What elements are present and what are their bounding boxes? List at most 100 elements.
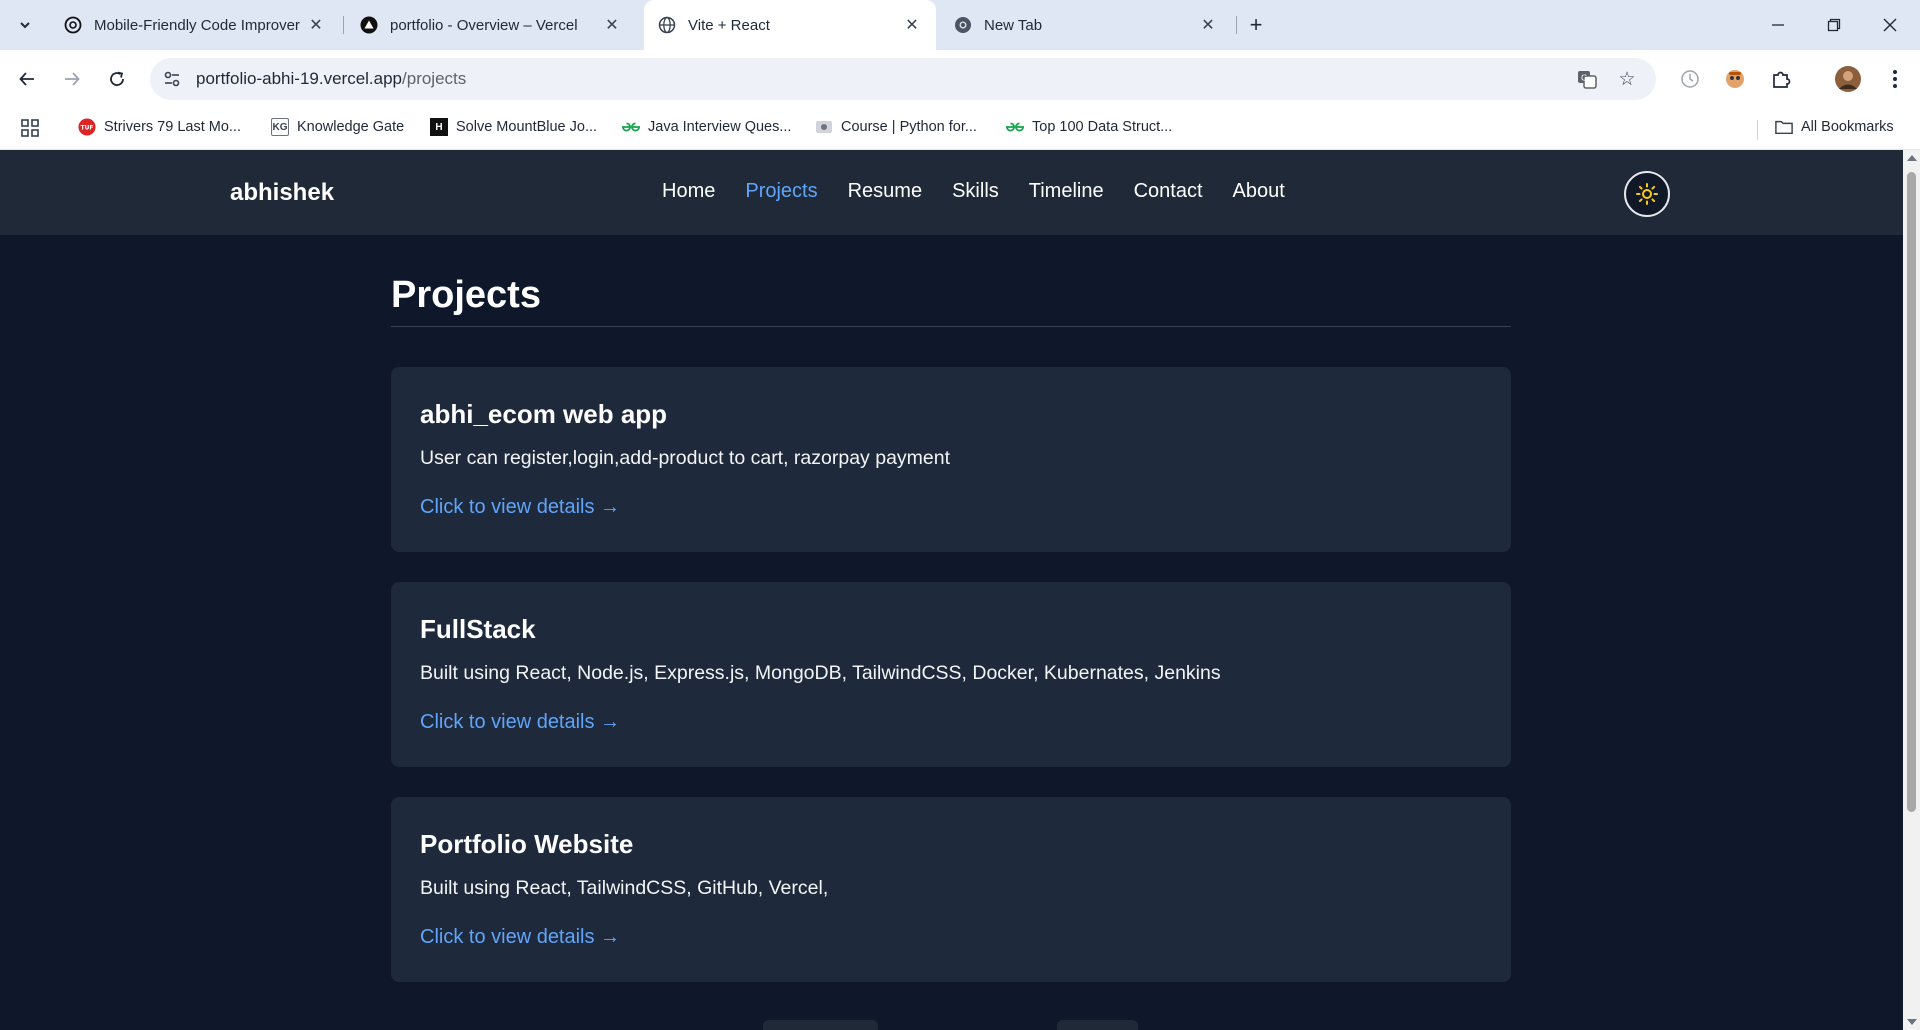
url-path: /projects [402, 69, 467, 88]
openai-icon [64, 16, 82, 34]
plus-icon: + [1249, 12, 1263, 37]
project-title: Portfolio Website [420, 829, 634, 859]
extension-avatar-icon[interactable] [1720, 64, 1750, 94]
nav-link-projects[interactable]: Projects [745, 180, 817, 203]
extensions-puzzle-icon[interactable] [1766, 64, 1796, 94]
page-viewport: abhishek Home Projects Resume Skills Tim… [0, 150, 1903, 1030]
back-button[interactable] [12, 64, 42, 94]
minimize-button[interactable] [1750, 0, 1806, 50]
nav-link-timeline[interactable]: Timeline [1029, 180, 1104, 203]
close-window-button[interactable] [1862, 0, 1918, 50]
nav-link-about[interactable]: About [1233, 180, 1285, 203]
scroll-down-arrow[interactable] [1907, 1019, 1917, 1025]
browser-toolbar: portfolio-abhi-19.vercel.app/projects G … [0, 50, 1920, 108]
arrow-left-icon [19, 72, 34, 86]
new-tab-button[interactable]: + [1242, 12, 1270, 38]
site-info-icon[interactable] [162, 69, 182, 89]
browser-tab[interactable]: portfolio - Overview – Vercel ✕ [346, 0, 636, 50]
project-description: Built using React, Node.js, Express.js, … [420, 662, 1221, 684]
url-text[interactable]: portfolio-abhi-19.vercel.app/projects [196, 69, 466, 89]
close-tab-icon[interactable]: ✕ [602, 15, 622, 35]
bookmarks-bar: TUF Strivers 79 Last Mo... KG Knowledge … [0, 108, 1920, 150]
bookmark-label: Top 100 Data Struct... [1032, 119, 1173, 135]
forward-button[interactable] [57, 64, 87, 94]
tab-divider [1236, 16, 1237, 34]
tab-title: New Tab [984, 16, 1043, 34]
tab-divider [343, 16, 344, 34]
project-description: Built using React, TailwindCSS, GitHub, … [420, 877, 829, 899]
course-icon [815, 118, 833, 136]
browser-tab[interactable]: Mobile-Friendly Code Improver ✕ [50, 0, 340, 50]
all-bookmarks-button[interactable]: All Bookmarks [1775, 118, 1894, 136]
project-card[interactable]: Portfolio Website Built using React, Tai… [391, 797, 1511, 982]
bookmark-label: Solve MountBlue Jo... [456, 119, 598, 135]
bookmarks-divider [1757, 120, 1758, 140]
restore-button[interactable] [1806, 0, 1862, 50]
tab-title: Vite + React [688, 16, 770, 34]
bookmark-label: Java Interview Ques... [648, 119, 792, 135]
tab-title: Mobile-Friendly Code Improver [94, 16, 300, 34]
browser-tab[interactable]: New Tab ✕ [940, 0, 1232, 50]
close-tab-icon[interactable]: ✕ [902, 15, 922, 35]
arrow-right-icon [65, 72, 80, 86]
pagination-button[interactable] [1057, 1020, 1138, 1030]
bookmark-item[interactable]: H Solve MountBlue Jo... [430, 118, 597, 136]
pagination-button[interactable] [763, 1020, 878, 1030]
reload-icon [110, 71, 124, 86]
url-host: portfolio-abhi-19.vercel.app [196, 69, 403, 88]
chevron-down-icon [20, 22, 30, 29]
project-card[interactable]: abhi_ecom web app User can register,logi… [391, 367, 1511, 552]
bookmark-star-icon[interactable]: ☆ [1614, 67, 1640, 91]
browser-tab-strip: Mobile-Friendly Code Improver ✕ portfoli… [0, 0, 1920, 50]
apps-button[interactable] [20, 118, 40, 138]
bookmark-item[interactable]: KG Knowledge Gate [271, 118, 404, 136]
close-icon [1883, 18, 1897, 32]
reload-button[interactable] [102, 64, 132, 94]
site-brand[interactable]: abhishek [230, 179, 334, 207]
bookmark-label: Course | Python for... [841, 119, 977, 135]
extension-timer-icon[interactable] [1675, 64, 1705, 94]
nav-link-contact[interactable]: Contact [1134, 180, 1203, 203]
theme-toggle-button[interactable] [1624, 171, 1670, 217]
gfg-icon [622, 118, 640, 136]
bookmark-label: Knowledge Gate [297, 119, 405, 135]
close-tab-icon[interactable]: ✕ [306, 15, 326, 35]
view-details-link[interactable]: Click to view details → [420, 926, 620, 949]
view-details-link[interactable]: Click to view details → [420, 711, 620, 734]
bookmark-item[interactable]: TUF Strivers 79 Last Mo... [78, 118, 241, 136]
minimize-icon [1772, 24, 1784, 26]
scroll-up-arrow[interactable] [1907, 155, 1917, 161]
bookmark-item[interactable]: Java Interview Ques... [622, 118, 791, 136]
restore-icon [1827, 18, 1841, 32]
project-description: User can register,login,add-product to c… [420, 447, 951, 469]
nav-links: Home Projects Resume Skills Timeline Con… [662, 180, 1285, 203]
browser-tab-active[interactable]: Vite + React ✕ [644, 0, 936, 50]
all-bookmarks-label: All Bookmarks [1801, 119, 1894, 135]
tuf-icon-text: TUF [81, 126, 94, 132]
project-title: abhi_ecom web app [420, 399, 668, 429]
nav-link-home[interactable]: Home [662, 180, 715, 203]
project-card[interactable]: FullStack Built using React, Node.js, Ex… [391, 582, 1511, 767]
tab-search-button[interactable] [12, 12, 38, 38]
bookmark-label: Strivers 79 Last Mo... [104, 119, 241, 135]
folder-icon [1775, 118, 1793, 136]
profile-avatar[interactable] [1833, 64, 1863, 94]
browser-menu-button[interactable] [1880, 64, 1910, 94]
globe-icon [658, 16, 676, 34]
page-scrollbar[interactable] [1903, 150, 1920, 1030]
nav-link-resume[interactable]: Resume [848, 180, 922, 203]
title-divider [391, 326, 1511, 327]
close-tab-icon[interactable]: ✕ [1198, 15, 1218, 35]
translate-icon[interactable]: G [1574, 67, 1600, 91]
site-navbar: abhishek Home Projects Resume Skills Tim… [0, 150, 1903, 235]
view-details-link[interactable]: Click to view details → [420, 496, 620, 519]
address-bar[interactable]: portfolio-abhi-19.vercel.app/projects G … [150, 58, 1656, 100]
gfg-icon [1006, 118, 1024, 136]
bookmark-item[interactable]: Course | Python for... [815, 118, 977, 136]
tuf-icon: TUF [78, 118, 96, 136]
kebab-menu-icon [1893, 70, 1897, 88]
bookmark-item[interactable]: Top 100 Data Struct... [1006, 118, 1172, 136]
scroll-thumb[interactable] [1907, 172, 1916, 812]
tab-title: portfolio - Overview – Vercel [390, 16, 578, 34]
nav-link-skills[interactable]: Skills [952, 180, 999, 203]
